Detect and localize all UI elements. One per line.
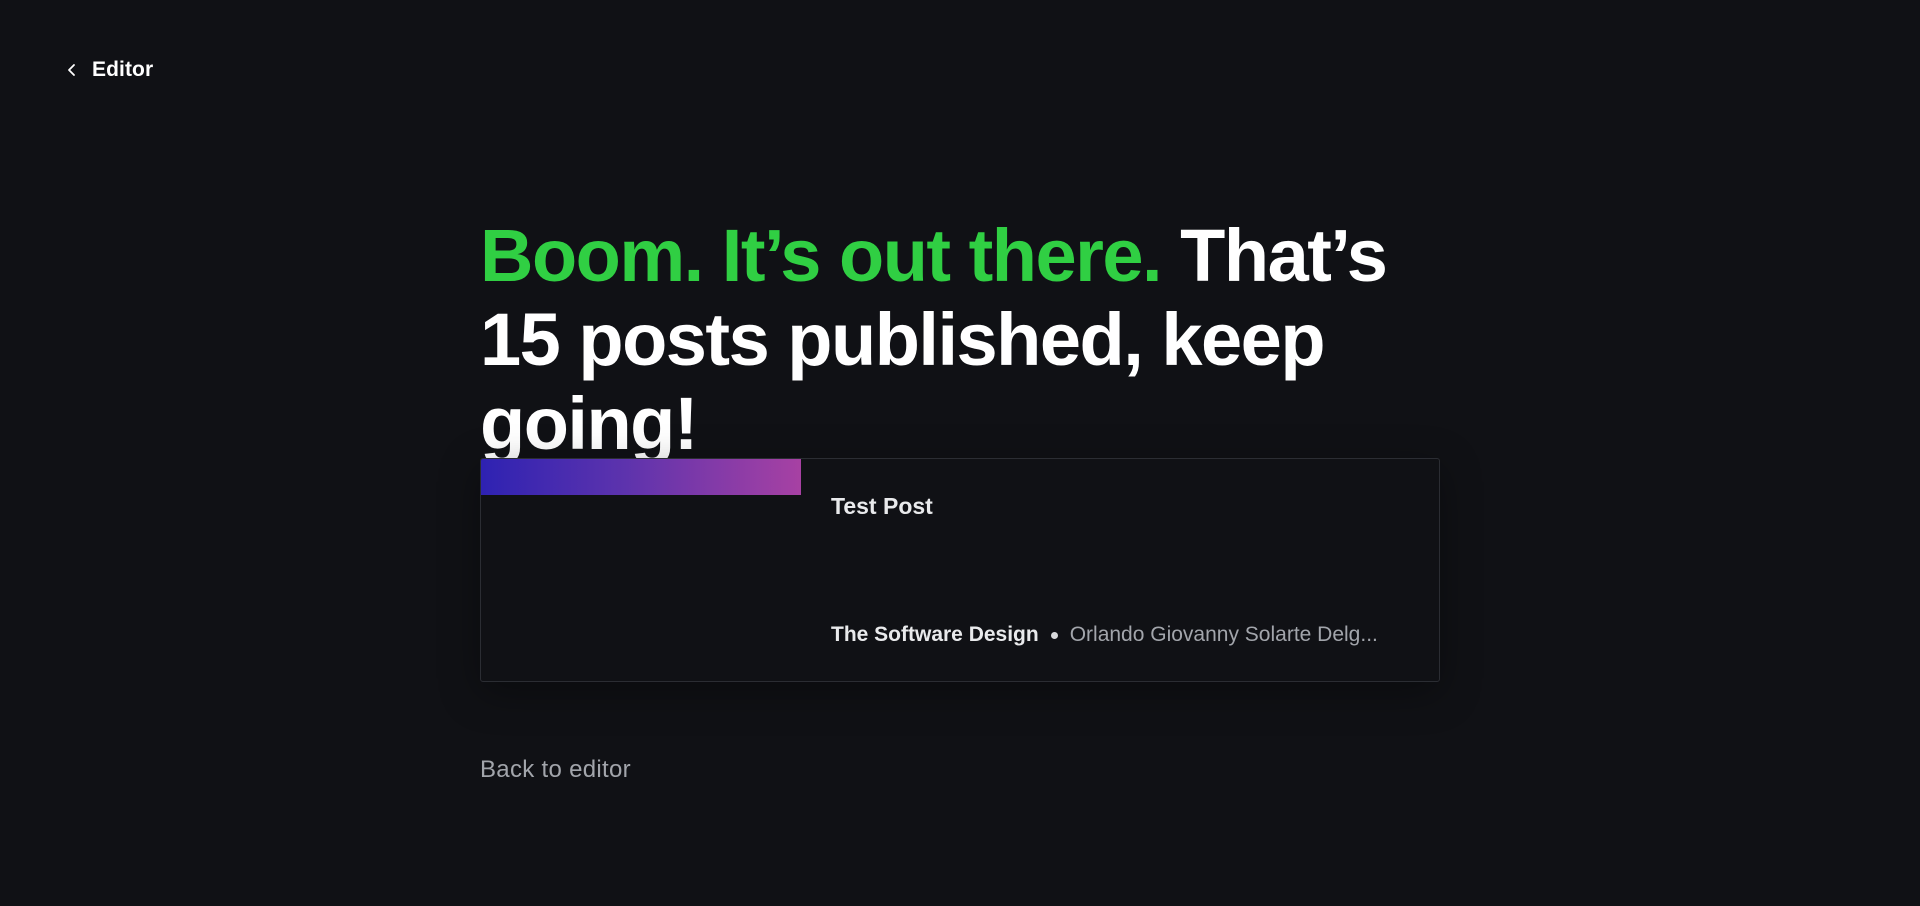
back-to-editor-nav[interactable]: Editor: [64, 58, 153, 82]
post-publication: The Software Design: [831, 623, 1039, 646]
published-post-card[interactable]: Test Post The Software Design Orlando Gi…: [480, 458, 1440, 682]
back-to-editor-button[interactable]: Back to editor: [480, 756, 631, 784]
back-nav-label: Editor: [92, 58, 154, 81]
post-author: Orlando Giovanny Solarte Delg...: [1069, 623, 1378, 646]
publish-success-page: Editor Boom. It’s out there. That’s 15 p…: [0, 0, 1920, 906]
post-feature-image: [481, 459, 801, 495]
page-headline: Boom. It’s out there. That’s 15 posts pu…: [480, 214, 1460, 466]
post-title: Test Post: [831, 493, 933, 519]
headline-section: Boom. It’s out there. That’s 15 posts pu…: [480, 214, 1440, 466]
post-meta: The Software Design Orlando Giovanny Sol…: [831, 623, 1378, 647]
separator-dot: [1050, 631, 1058, 639]
chevron-left-icon: [64, 62, 80, 78]
headline-accent: Boom. It’s out there.: [480, 214, 1163, 297]
